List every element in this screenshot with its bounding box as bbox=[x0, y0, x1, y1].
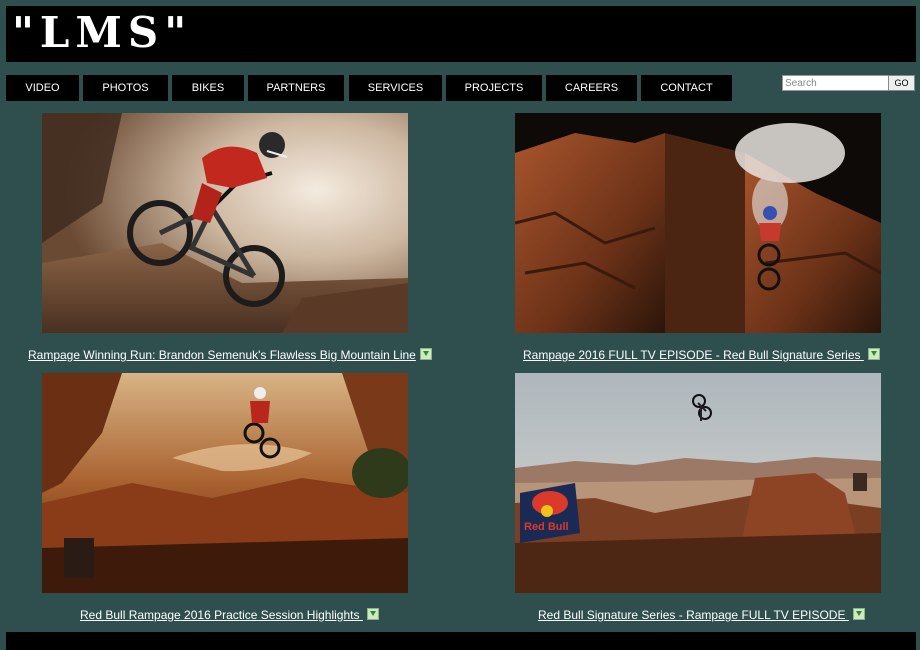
video-title-link-1[interactable]: Rampage Winning Run: Brandon Semenuk's F… bbox=[28, 347, 432, 362]
download-arrow-icon[interactable] bbox=[852, 608, 865, 620]
download-arrow-icon[interactable] bbox=[867, 348, 880, 360]
desert-backflip-image: Red Bull bbox=[515, 373, 881, 593]
video-title-3[interactable]: Red Bull Rampage 2016 Practice Session H… bbox=[80, 608, 363, 622]
nav-video[interactable]: VIDEO bbox=[6, 75, 79, 101]
nav-photos[interactable]: PHOTOS bbox=[83, 75, 168, 101]
video-title-link-3[interactable]: Red Bull Rampage 2016 Practice Session H… bbox=[80, 607, 379, 622]
cliff-drop-image bbox=[515, 113, 881, 333]
download-arrow-icon[interactable] bbox=[419, 348, 432, 360]
red-bull-sign: Red Bull bbox=[524, 521, 569, 533]
video-thumbnail-3[interactable] bbox=[42, 373, 408, 593]
video-thumbnail-1[interactable] bbox=[42, 113, 408, 333]
nav-partners[interactable]: PARTNERS bbox=[248, 75, 344, 101]
rider-dust-cloud-image bbox=[42, 113, 408, 333]
nav-bikes[interactable]: BIKES bbox=[172, 75, 244, 101]
footer-bar bbox=[6, 632, 916, 650]
nav-contact[interactable]: CONTACT bbox=[641, 75, 732, 101]
video-title-4[interactable]: Red Bull Signature Series - Rampage FULL… bbox=[538, 608, 849, 622]
video-title-1[interactable]: Rampage Winning Run: Brandon Semenuk's F… bbox=[28, 348, 416, 362]
canyon-jump-image bbox=[42, 373, 408, 593]
search-go-button[interactable]: GO bbox=[888, 75, 915, 91]
nav-services[interactable]: SERVICES bbox=[349, 75, 442, 101]
site-header: "LMS" bbox=[6, 6, 916, 62]
search-input[interactable] bbox=[782, 75, 889, 91]
video-title-link-2[interactable]: Rampage 2016 FULL TV EPISODE - Red Bull … bbox=[523, 347, 880, 362]
download-arrow-icon[interactable] bbox=[366, 608, 379, 620]
nav-projects[interactable]: PROJECTS bbox=[446, 75, 542, 101]
video-thumbnail-4[interactable]: Red Bull bbox=[515, 373, 881, 593]
video-title-link-4[interactable]: Red Bull Signature Series - Rampage FULL… bbox=[538, 607, 865, 622]
video-title-2[interactable]: Rampage 2016 FULL TV EPISODE - Red Bull … bbox=[523, 348, 864, 362]
site-logo[interactable]: "LMS" bbox=[12, 10, 192, 56]
video-thumbnail-2[interactable] bbox=[515, 113, 881, 333]
nav-careers[interactable]: CAREERS bbox=[546, 75, 637, 101]
